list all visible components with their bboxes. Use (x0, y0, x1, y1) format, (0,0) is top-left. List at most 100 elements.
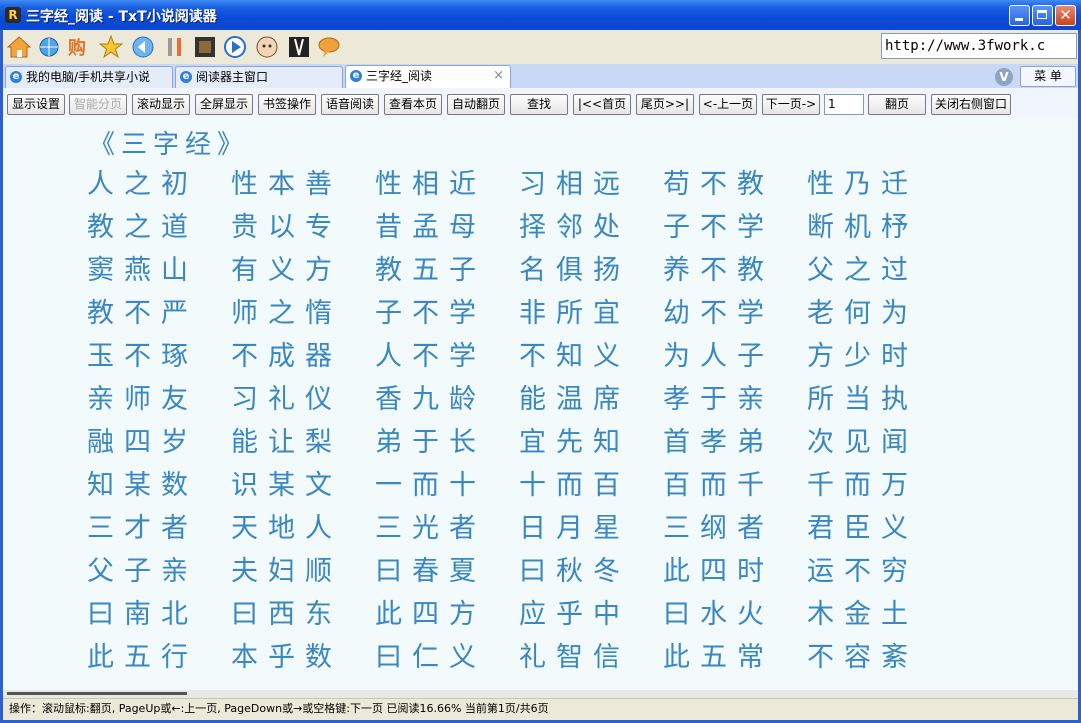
main-toolbar: 购 http://www.3fwork.c (3, 30, 1078, 64)
window-title: 三字经_阅读 - TxT小说阅读器 (26, 9, 217, 25)
view-page-button[interactable]: 查看本页 (384, 94, 442, 115)
verse-phrase: 识某文 (231, 470, 342, 501)
verse-phrase: 断机杼 (807, 212, 918, 243)
verse-phrase: 教之道 (87, 212, 198, 243)
verse-phrase: 融四岁 (87, 427, 198, 458)
verse-phrase: 性乃迁 (807, 169, 918, 200)
verse-phrase: 木金土 (807, 599, 918, 630)
shop-icon[interactable]: 购 (67, 35, 91, 59)
network-icon[interactable] (37, 35, 61, 59)
bookmark-button[interactable]: 书签操作 (258, 94, 316, 115)
verse-phrase: 习相远 (519, 169, 630, 200)
verse-phrase: 教五子 (375, 255, 486, 286)
tools-icon[interactable] (163, 35, 187, 59)
verse-phrase: 千而万 (807, 470, 918, 501)
maximize-icon (1037, 10, 1047, 19)
close-right-window-button[interactable]: 关闭右侧窗口 (931, 94, 1011, 115)
verse-phrase: 知某数 (87, 470, 198, 501)
horizontal-scrollbar[interactable] (3, 690, 1078, 697)
verse-phrase: 人之初 (87, 169, 198, 200)
browser-icon: e (350, 70, 362, 82)
verse-phrase: 有义方 (231, 255, 342, 286)
verse-phrase: 贵以专 (231, 212, 342, 243)
verse-phrase: 运不穷 (807, 556, 918, 587)
chat-icon[interactable] (317, 35, 341, 59)
prev-page-button[interactable]: <-上一页 (699, 94, 757, 115)
auto-turn-button[interactable]: 自动翻页 (447, 94, 505, 115)
verse-phrase: 三光者 (375, 513, 486, 544)
verse-phrase: 不成器 (231, 341, 342, 372)
tab-close-icon[interactable]: × (493, 66, 504, 86)
last-page-button[interactable]: 尾页>>| (636, 94, 694, 115)
figure-icon[interactable] (287, 35, 311, 59)
verse-phrase: 亲师友 (87, 384, 198, 415)
verse-phrase: 幼不学 (663, 298, 774, 329)
verse-phrase: 三才者 (87, 513, 198, 544)
display-settings-button[interactable]: 显示设置 (7, 94, 65, 115)
maximize-button[interactable] (1032, 5, 1053, 26)
title-bar[interactable]: R 三字经_阅读 - TxT小说阅读器 ✕ (0, 0, 1081, 30)
voice-read-button[interactable]: 语音阅读 (321, 94, 379, 115)
verse-phrase: 日月星 (519, 513, 630, 544)
scrollbar-thumb[interactable] (7, 692, 187, 695)
avatar-icon[interactable] (255, 35, 279, 59)
close-button[interactable]: ✕ (1055, 5, 1076, 26)
verse-phrase: 习礼仪 (231, 384, 342, 415)
minimize-button[interactable] (1009, 5, 1030, 26)
app-logo-icon: R (5, 7, 21, 23)
tab-reader-main[interactable]: e 阅读器主窗口 (175, 66, 343, 88)
verse-phrase: 方少时 (807, 341, 918, 372)
verse-phrase: 本乎数 (231, 642, 342, 673)
reading-pane[interactable]: 《三字经》 人之初 性本善 性相近 习相远 苟不教 性乃迁 教之道 贵以专 昔孟母 择邻处 子不学断… (3, 118, 1078, 690)
close-icon: ✕ (1059, 6, 1072, 24)
verse-phrase: 老何为 (807, 298, 918, 329)
verse-phrase: 名俱扬 (519, 255, 630, 286)
menu-button[interactable]: 菜 单 (1020, 66, 1076, 87)
app-window: R 三字经_阅读 - TxT小说阅读器 ✕ 购 http://www.3fwor… (0, 0, 1081, 723)
tab-shared-novels[interactable]: e 我的电脑/手机共享小说 (5, 66, 173, 88)
verse-phrase: 子不学 (375, 298, 486, 329)
verse-phrase: 宜先知 (519, 427, 630, 458)
home-icon[interactable] (6, 35, 32, 59)
verse-phrase: 曰水火 (663, 599, 774, 630)
client-area: 购 http://www.3fwork.c e 我的电脑/手机共享小说 e 阅读… (3, 30, 1078, 720)
back-icon[interactable] (131, 35, 155, 59)
verse-phrase: 性相近 (375, 169, 486, 200)
verse-phrase: 此五行 (87, 642, 198, 673)
browser-icon: e (10, 71, 22, 83)
turn-page-button[interactable]: 翻页 (868, 94, 926, 115)
verse-phrase: 苟不教 (663, 169, 774, 200)
play-icon[interactable] (223, 35, 247, 59)
scroll-display-button[interactable]: 滚动显示 (132, 94, 190, 115)
find-button[interactable]: 查找 (510, 94, 568, 115)
verse-phrase: 三纲者 (663, 513, 774, 544)
verse-phrase: 能让梨 (231, 427, 342, 458)
verse-phrase: 君臣义 (807, 513, 918, 544)
verse-phrase: 香九龄 (375, 384, 486, 415)
verse-phrase: 师之惰 (231, 298, 342, 329)
address-input[interactable]: http://www.3fwork.c (881, 33, 1077, 59)
version-button[interactable]: V (995, 68, 1013, 86)
verse-phrase: 弟于长 (375, 427, 486, 458)
fullscreen-button[interactable]: 全屏显示 (195, 94, 253, 115)
verse-phrase: 夫妇顺 (231, 556, 342, 587)
page-number-input[interactable]: 1 (824, 94, 864, 115)
next-page-button[interactable]: 下一页-> (762, 94, 820, 115)
verse-phrase: 曰南北 (87, 599, 198, 630)
film-icon[interactable] (193, 35, 217, 59)
smart-paging-button[interactable]: 智能分页 (69, 94, 127, 115)
verse-phrase: 能温席 (519, 384, 630, 415)
tab-sanzijing-reading[interactable]: e 三字经_阅读 × (345, 65, 511, 88)
tab-label: 阅读器主窗口 (196, 70, 269, 84)
tab-bar: e 我的电脑/手机共享小说 e 阅读器主窗口 e 三字经_阅读 × V 菜 单 (3, 64, 1078, 88)
verse-phrase: 人不学 (375, 341, 486, 372)
verse-phrase: 玉不琢 (87, 341, 198, 372)
first-page-button[interactable]: |<<首页 (573, 94, 631, 115)
verse-phrase: 曰秋冬 (519, 556, 630, 587)
verse-phrase: 不容紊 (807, 642, 918, 673)
verse-phrase: 子不学 (663, 212, 774, 243)
star-icon[interactable] (98, 34, 124, 59)
verse-phrase: 不知义 (519, 341, 630, 372)
verse-phrase: 曰春夏 (375, 556, 486, 587)
svg-text:购: 购 (68, 37, 86, 59)
